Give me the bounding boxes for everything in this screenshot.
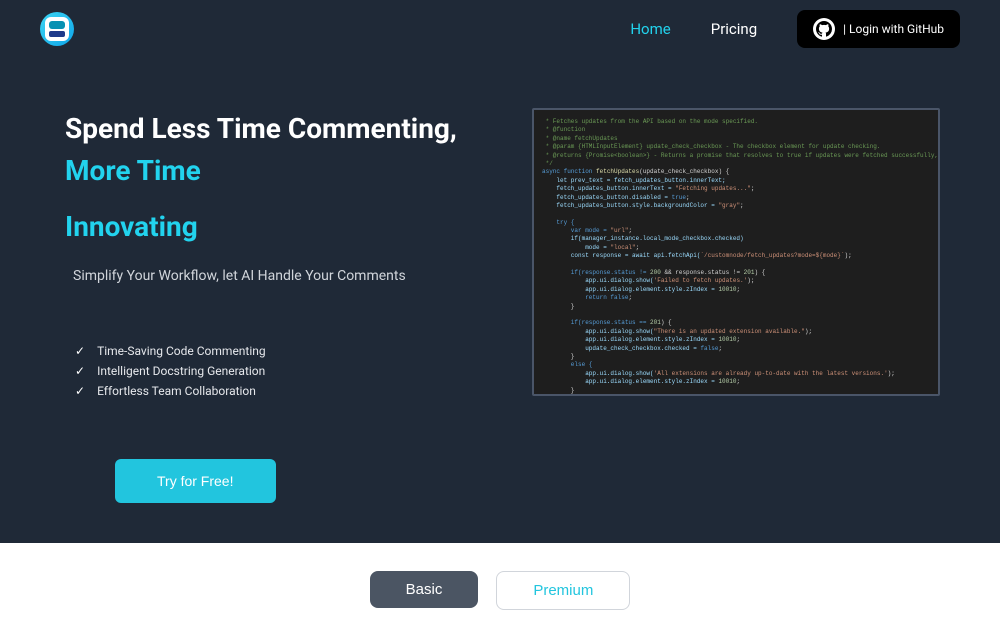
code-line: [542, 311, 930, 319]
code-line: }: [542, 353, 930, 361]
header: Home Pricing | Login with GitHub: [0, 0, 1000, 58]
code-line: if(response.status != 200 && response.st…: [542, 269, 930, 277]
code-line: * @function: [542, 126, 930, 134]
code-line: }: [542, 387, 930, 395]
code-line: async function fetchUpdates(update_check…: [542, 168, 930, 176]
code-line: }: [542, 303, 930, 311]
logo-icon: [45, 17, 69, 41]
hero-title-accent1: More Time: [65, 154, 201, 187]
tab-basic[interactable]: Basic: [370, 571, 479, 608]
hero-section: Spend Less Time Commenting, More Time In…: [0, 58, 1000, 543]
code-line: fetch_updates_button.disabled = true;: [542, 194, 930, 202]
hero-content: Spend Less Time Commenting, More Time In…: [65, 108, 502, 503]
code-line: fetch_updates_button.innerText = "Fetchi…: [542, 185, 930, 193]
logo[interactable]: [40, 12, 74, 46]
features-list: ✓ Time-Saving Code Commenting ✓ Intellig…: [65, 344, 502, 398]
checkmark-icon: ✓: [75, 344, 85, 358]
code-line: try {: [542, 219, 930, 227]
nav-pricing[interactable]: Pricing: [711, 20, 757, 38]
code-line: else {: [542, 361, 930, 369]
github-login-button[interactable]: | Login with GitHub: [797, 10, 960, 48]
code-line: * @name fetchUpdates: [542, 135, 930, 143]
code-line: app.ui.dialog.show("There is an updated …: [542, 328, 930, 336]
code-line: * @param {HTMLInputElement} update_check…: [542, 143, 930, 151]
code-line: app.ui.dialog.element.style.zIndex = 100…: [542, 378, 930, 386]
code-line: app.ui.dialog.element.style.zIndex = 100…: [542, 286, 930, 294]
feature-label: Intelligent Docstring Generation: [97, 364, 265, 378]
hero-title: Spend Less Time Commenting, More Time In…: [65, 108, 502, 248]
code-line: * Fetches updates from the API based on …: [542, 118, 930, 126]
try-free-button[interactable]: Try for Free!: [115, 459, 276, 503]
code-line: var mode = "url";: [542, 227, 930, 235]
code-line: mode = "local";: [542, 244, 930, 252]
feature-label: Time-Saving Code Commenting: [97, 344, 266, 358]
feature-item: ✓ Effortless Team Collaboration: [75, 384, 502, 398]
code-line: let prev_text = fetch_updates_button.inn…: [542, 177, 930, 185]
checkmark-icon: ✓: [75, 384, 85, 398]
code-line: if(response.status == 201) {: [542, 319, 930, 327]
code-line: [542, 210, 930, 218]
tab-premium[interactable]: Premium: [496, 571, 630, 610]
code-line: if(manager_instance.local_mode_checkbox.…: [542, 235, 930, 243]
hero-title-part1: Spend Less Time Commenting,: [65, 112, 457, 145]
feature-item: ✓ Time-Saving Code Commenting: [75, 344, 502, 358]
github-login-label: | Login with GitHub: [843, 22, 944, 36]
code-line: fetch_updates_button.style.backgroundCol…: [542, 202, 930, 210]
hero-title-accent2: Innovating: [65, 206, 198, 248]
code-line: return false;: [542, 294, 930, 302]
feature-item: ✓ Intelligent Docstring Generation: [75, 364, 502, 378]
code-line: */: [542, 160, 930, 168]
code-line: [542, 261, 930, 269]
feature-label: Effortless Team Collaboration: [97, 384, 256, 398]
pricing-section: Basic Premium: [0, 543, 1000, 623]
code-line: app.ui.dialog.element.style.zIndex = 100…: [542, 336, 930, 344]
code-editor-preview: * Fetches updates from the API based on …: [532, 108, 940, 396]
code-line: * @returns {Promise<boolean>} - Returns …: [542, 152, 930, 160]
code-line: update_check_checkbox.checked = false;: [542, 345, 930, 353]
code-line: app.ui.dialog.show('All extensions are a…: [542, 370, 930, 378]
github-icon: [813, 18, 835, 40]
nav: Home Pricing | Login with GitHub: [630, 10, 960, 48]
hero-subtitle: Simplify Your Workflow, let AI Handle Yo…: [65, 268, 502, 284]
hero-preview: * Fetches updates from the API based on …: [532, 108, 940, 503]
code-line: const response = await api.fetchApi(`/cu…: [542, 252, 930, 260]
code-line: [542, 395, 930, 396]
code-line: app.ui.dialog.show('Failed to fetch upda…: [542, 277, 930, 285]
nav-home[interactable]: Home: [630, 20, 670, 38]
checkmark-icon: ✓: [75, 364, 85, 378]
